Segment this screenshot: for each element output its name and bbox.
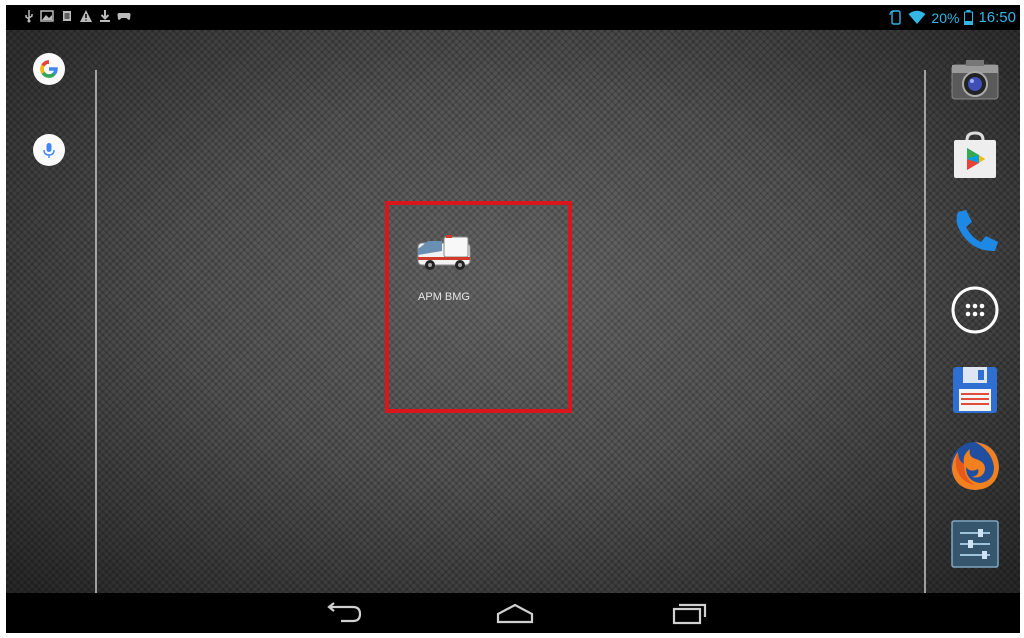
- phone-app[interactable]: [948, 204, 1002, 258]
- all-apps-button[interactable]: [948, 283, 1002, 337]
- app-drawer-icon: [951, 286, 999, 334]
- rotate-icon: [889, 10, 902, 25]
- google-search-button[interactable]: [33, 53, 65, 85]
- voice-search-button[interactable]: [33, 134, 65, 166]
- warning-icon: [80, 10, 92, 22]
- right-divider: [924, 70, 926, 602]
- recents-button[interactable]: [666, 599, 712, 627]
- back-icon: [327, 602, 362, 623]
- usb-icon: [25, 10, 33, 23]
- battery-icon: [964, 10, 974, 25]
- save-app[interactable]: [948, 363, 1002, 417]
- clock: 16:50: [978, 9, 1016, 26]
- ambulance-icon: [417, 235, 471, 270]
- microphone-icon: [43, 143, 55, 158]
- camera-icon: [951, 60, 999, 100]
- gamepad-icon: [117, 13, 131, 20]
- play-store-icon: [954, 131, 996, 178]
- wifi-icon: [908, 10, 926, 24]
- navigation-bar: [6, 593, 1020, 633]
- notes-icon: [63, 11, 71, 21]
- home-icon: [496, 603, 534, 624]
- floppy-disk-icon: [953, 367, 997, 413]
- tablet-screen: 20% 16:50 APM BMG: [6, 5, 1020, 633]
- status-bar: 20% 16:50: [6, 5, 1020, 30]
- firefox-icon: [951, 442, 999, 490]
- phone-icon: [956, 210, 998, 252]
- app-shortcut-label: APM BMG: [418, 291, 470, 303]
- download-icon: [100, 10, 110, 22]
- image-icon: [40, 10, 54, 22]
- left-divider: [95, 70, 97, 602]
- back-button[interactable]: [322, 599, 368, 627]
- camera-app[interactable]: [948, 53, 1002, 107]
- status-right-group: 20% 16:50: [889, 8, 1016, 27]
- firefox-app[interactable]: [948, 439, 1002, 493]
- home-screen-wallpaper: APM BMG: [6, 30, 1020, 602]
- recents-icon: [672, 603, 707, 625]
- settings-sliders-icon: [951, 520, 999, 568]
- play-store-app[interactable]: [948, 128, 1002, 182]
- settings-app[interactable]: [948, 517, 1002, 571]
- apm-bmg-app-shortcut[interactable]: APM BMG: [404, 231, 484, 311]
- home-button[interactable]: [492, 599, 538, 627]
- google-icon: [40, 60, 58, 78]
- battery-percent: 20%: [931, 9, 960, 26]
